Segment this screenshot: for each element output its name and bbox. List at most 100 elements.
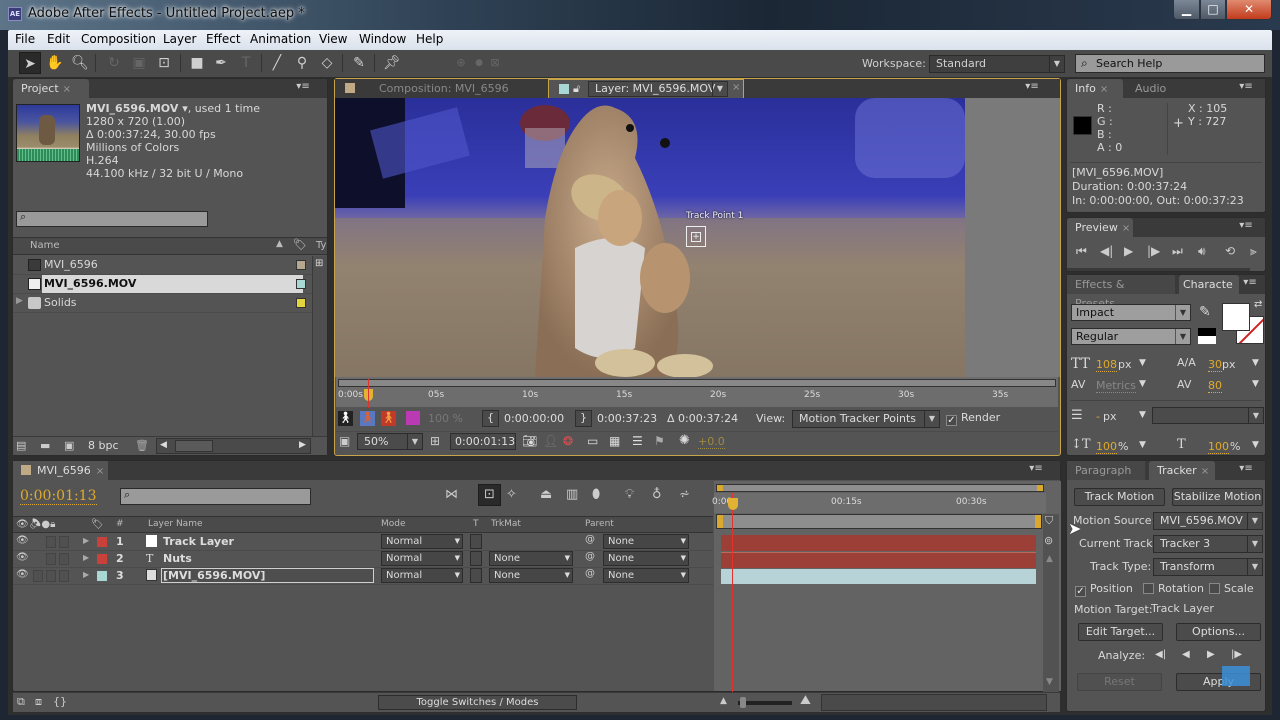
auto-keyframe-icon[interactable]: ♁ [652, 487, 662, 502]
sort-up-icon[interactable]: ▲ [276, 239, 283, 249]
motion-source-select[interactable]: MVI_6596.MOV ▼ [1153, 512, 1263, 530]
expand-arrow-icon[interactable]: ▶ [83, 536, 89, 545]
tab-layer[interactable]: 🔓︎ Layer: MVI_6596.MOV ▼ × [548, 79, 744, 98]
panel-menu-icon[interactable]: ▾≡ [1239, 463, 1253, 477]
tab-preview[interactable]: Preview × [1067, 218, 1133, 237]
brainstorm-icon[interactable]: 💡︎ [625, 487, 634, 502]
panel-menu-icon[interactable]: ▾≡ [296, 81, 310, 95]
menu-layer[interactable]: Layer [163, 32, 196, 46]
channel-icon[interactable]: ❂ [563, 434, 573, 448]
expand-arrow-icon[interactable]: ▶ [83, 553, 89, 562]
menu-view[interactable]: View [319, 32, 347, 46]
eye-icon[interactable]: 👁︎ [16, 535, 29, 546]
layer-name[interactable]: Track Layer [163, 535, 234, 548]
track-matte-select[interactable]: None ▼ [489, 568, 573, 583]
analyze-1-frame-backward-icon[interactable]: ◀| [1155, 649, 1166, 660]
menu-help[interactable]: Help [416, 32, 443, 46]
transfer-controls-icon[interactable]: ⧈ [35, 695, 42, 709]
horizontal-scrollbar[interactable]: ◀ ▶ [156, 438, 311, 454]
label-color-swatch[interactable] [296, 279, 306, 289]
font-size-dropdown-icon[interactable]: ▼ [1139, 358, 1146, 368]
timeline-ruler[interactable] [714, 493, 1046, 513]
clone-stamp-tool-icon[interactable]: ⚲ [291, 52, 313, 74]
layer-row[interactable]: 👁︎ ▶ 2 T Nuts Normal ▼ None ▼ @ None ▼ [13, 551, 713, 568]
workspace-select[interactable]: Standard ▼ [929, 55, 1065, 73]
label-color-swatch[interactable] [296, 260, 306, 270]
column-name[interactable]: Name [30, 240, 60, 251]
panel-menu-icon[interactable]: ▾≡ [1029, 463, 1043, 477]
column-parent[interactable]: Parent [585, 519, 614, 529]
layer-switches-icon[interactable]: ⧉ [17, 695, 25, 709]
pan-behind-tool-icon[interactable]: ⊡ [153, 52, 175, 74]
tab-info[interactable]: Info × [1067, 79, 1123, 98]
swap-colors-icon[interactable]: ⇄ [1254, 299, 1262, 310]
tab-paragraph[interactable]: Paragraph [1067, 461, 1145, 480]
stabilize-motion-button[interactable]: Stabilize Motion [1172, 488, 1263, 506]
new-folder-icon[interactable]: ▬ [40, 439, 50, 452]
expand-arrow-icon[interactable]: ▶ [83, 570, 89, 579]
selection-tool-icon[interactable]: ➤ [19, 52, 41, 74]
rectangle-tool-icon[interactable]: ■ [186, 52, 208, 74]
hand-tool-icon[interactable]: ✋ [44, 52, 66, 74]
lock-toggle[interactable] [59, 570, 69, 582]
bit-depth-button[interactable]: 8 bpc [88, 439, 119, 452]
in-out-stretch-icon[interactable]: {} [53, 695, 67, 708]
kerning-value[interactable]: Metrics [1096, 379, 1136, 393]
leading-dropdown-icon[interactable]: ▼ [1252, 358, 1259, 368]
zoom-in-icon[interactable]: ⛰ [800, 693, 811, 708]
safe-margins-icon[interactable]: ⊞ [430, 434, 440, 448]
position-checkbox[interactable]: ✓ Position [1075, 582, 1133, 597]
menu-animation[interactable]: Animation [250, 32, 311, 46]
puppet-pin-tool-icon[interactable]: 📌︎ [381, 52, 403, 74]
current-time-indicator[interactable] [728, 498, 738, 510]
column-mode[interactable]: Mode [381, 519, 406, 529]
column-layer-name[interactable]: Layer Name [148, 519, 203, 529]
project-item[interactable]: MVI_6596 [13, 256, 313, 275]
work-area-start-handle[interactable] [717, 515, 723, 528]
maximize-button[interactable]: □ [1200, 0, 1226, 20]
timeline-current-time[interactable]: 0:00:01:13 [20, 488, 97, 505]
eye-icon[interactable]: 👁︎ [16, 552, 29, 563]
zoom-slider-thumb[interactable] [740, 697, 746, 708]
reset-button[interactable]: Reset [1077, 673, 1162, 691]
kerning-dropdown-icon[interactable]: ▼ [1139, 379, 1146, 389]
parent-select[interactable]: None ▼ [603, 551, 689, 566]
horizontal-scale-value[interactable]: 100 [1208, 440, 1229, 454]
fast-previews-icon[interactable]: ⚑ [654, 434, 665, 448]
comp-marker-bin-icon[interactable]: ⛉ [1045, 514, 1053, 528]
loop-icon[interactable]: ⟲ [1225, 244, 1235, 258]
zoom-out-icon[interactable]: ▲ [720, 696, 727, 706]
rotation-tool-icon[interactable]: ↻ [103, 52, 125, 74]
show-snapshot-icon[interactable]: 👤︎ [543, 434, 558, 448]
layer-duration-bar[interactable] [721, 552, 1036, 568]
close-button[interactable]: ✕ [1226, 0, 1272, 20]
close-icon[interactable]: × [1100, 84, 1108, 95]
scroll-up-icon[interactable]: ▲ [1046, 554, 1053, 564]
video-frame[interactable] [335, 98, 965, 377]
comp-mini-flowchart-icon[interactable]: ⋈ [445, 487, 458, 502]
lock-toggle[interactable] [59, 536, 69, 548]
eye-icon[interactable]: 👁︎ [16, 569, 29, 580]
timeline-search-input[interactable]: ⌕ [120, 488, 311, 505]
layer-row[interactable]: 👁︎ ▶ 3 [MVI_6596.MOV] Normal ▼ None ▼ @ No… [13, 568, 713, 585]
font-family-select[interactable]: Impact ▼ [1071, 304, 1191, 321]
graph-editor-icon[interactable]: ⩫ [679, 487, 690, 502]
scale-checkbox[interactable]: Scale [1209, 582, 1254, 595]
roto-overlay-icon[interactable]: 🚶︎ [381, 411, 396, 426]
comp-flowchart-icon[interactable]: ☰ [632, 434, 643, 448]
stroke-style-select[interactable]: ▼ [1152, 407, 1264, 424]
track-motion-button[interactable]: Track Motion [1074, 488, 1165, 506]
close-icon[interactable]: × [732, 82, 740, 93]
label-color-swatch[interactable] [97, 554, 107, 564]
search-help-input[interactable]: ⌕ Search Help [1075, 54, 1265, 73]
solo-toggle[interactable] [46, 536, 56, 548]
tab-composition[interactable]: Composition: MVI_6596 [345, 80, 509, 98]
tab-effects-presets[interactable]: Effects & Presets [1067, 275, 1175, 310]
eyedropper-icon[interactable]: ✎ [1199, 304, 1211, 320]
set-out-point-button[interactable]: } [575, 410, 592, 427]
play-icon[interactable]: ▶ [1124, 244, 1133, 258]
panel-menu-icon[interactable]: ▾≡ [1243, 277, 1257, 291]
zoom-tool-icon[interactable]: 🔍︎ [69, 52, 91, 74]
label-tag-icon[interactable]: 🏷︎ [293, 238, 307, 251]
scroll-down-icon[interactable]: ▼ [1046, 677, 1053, 687]
